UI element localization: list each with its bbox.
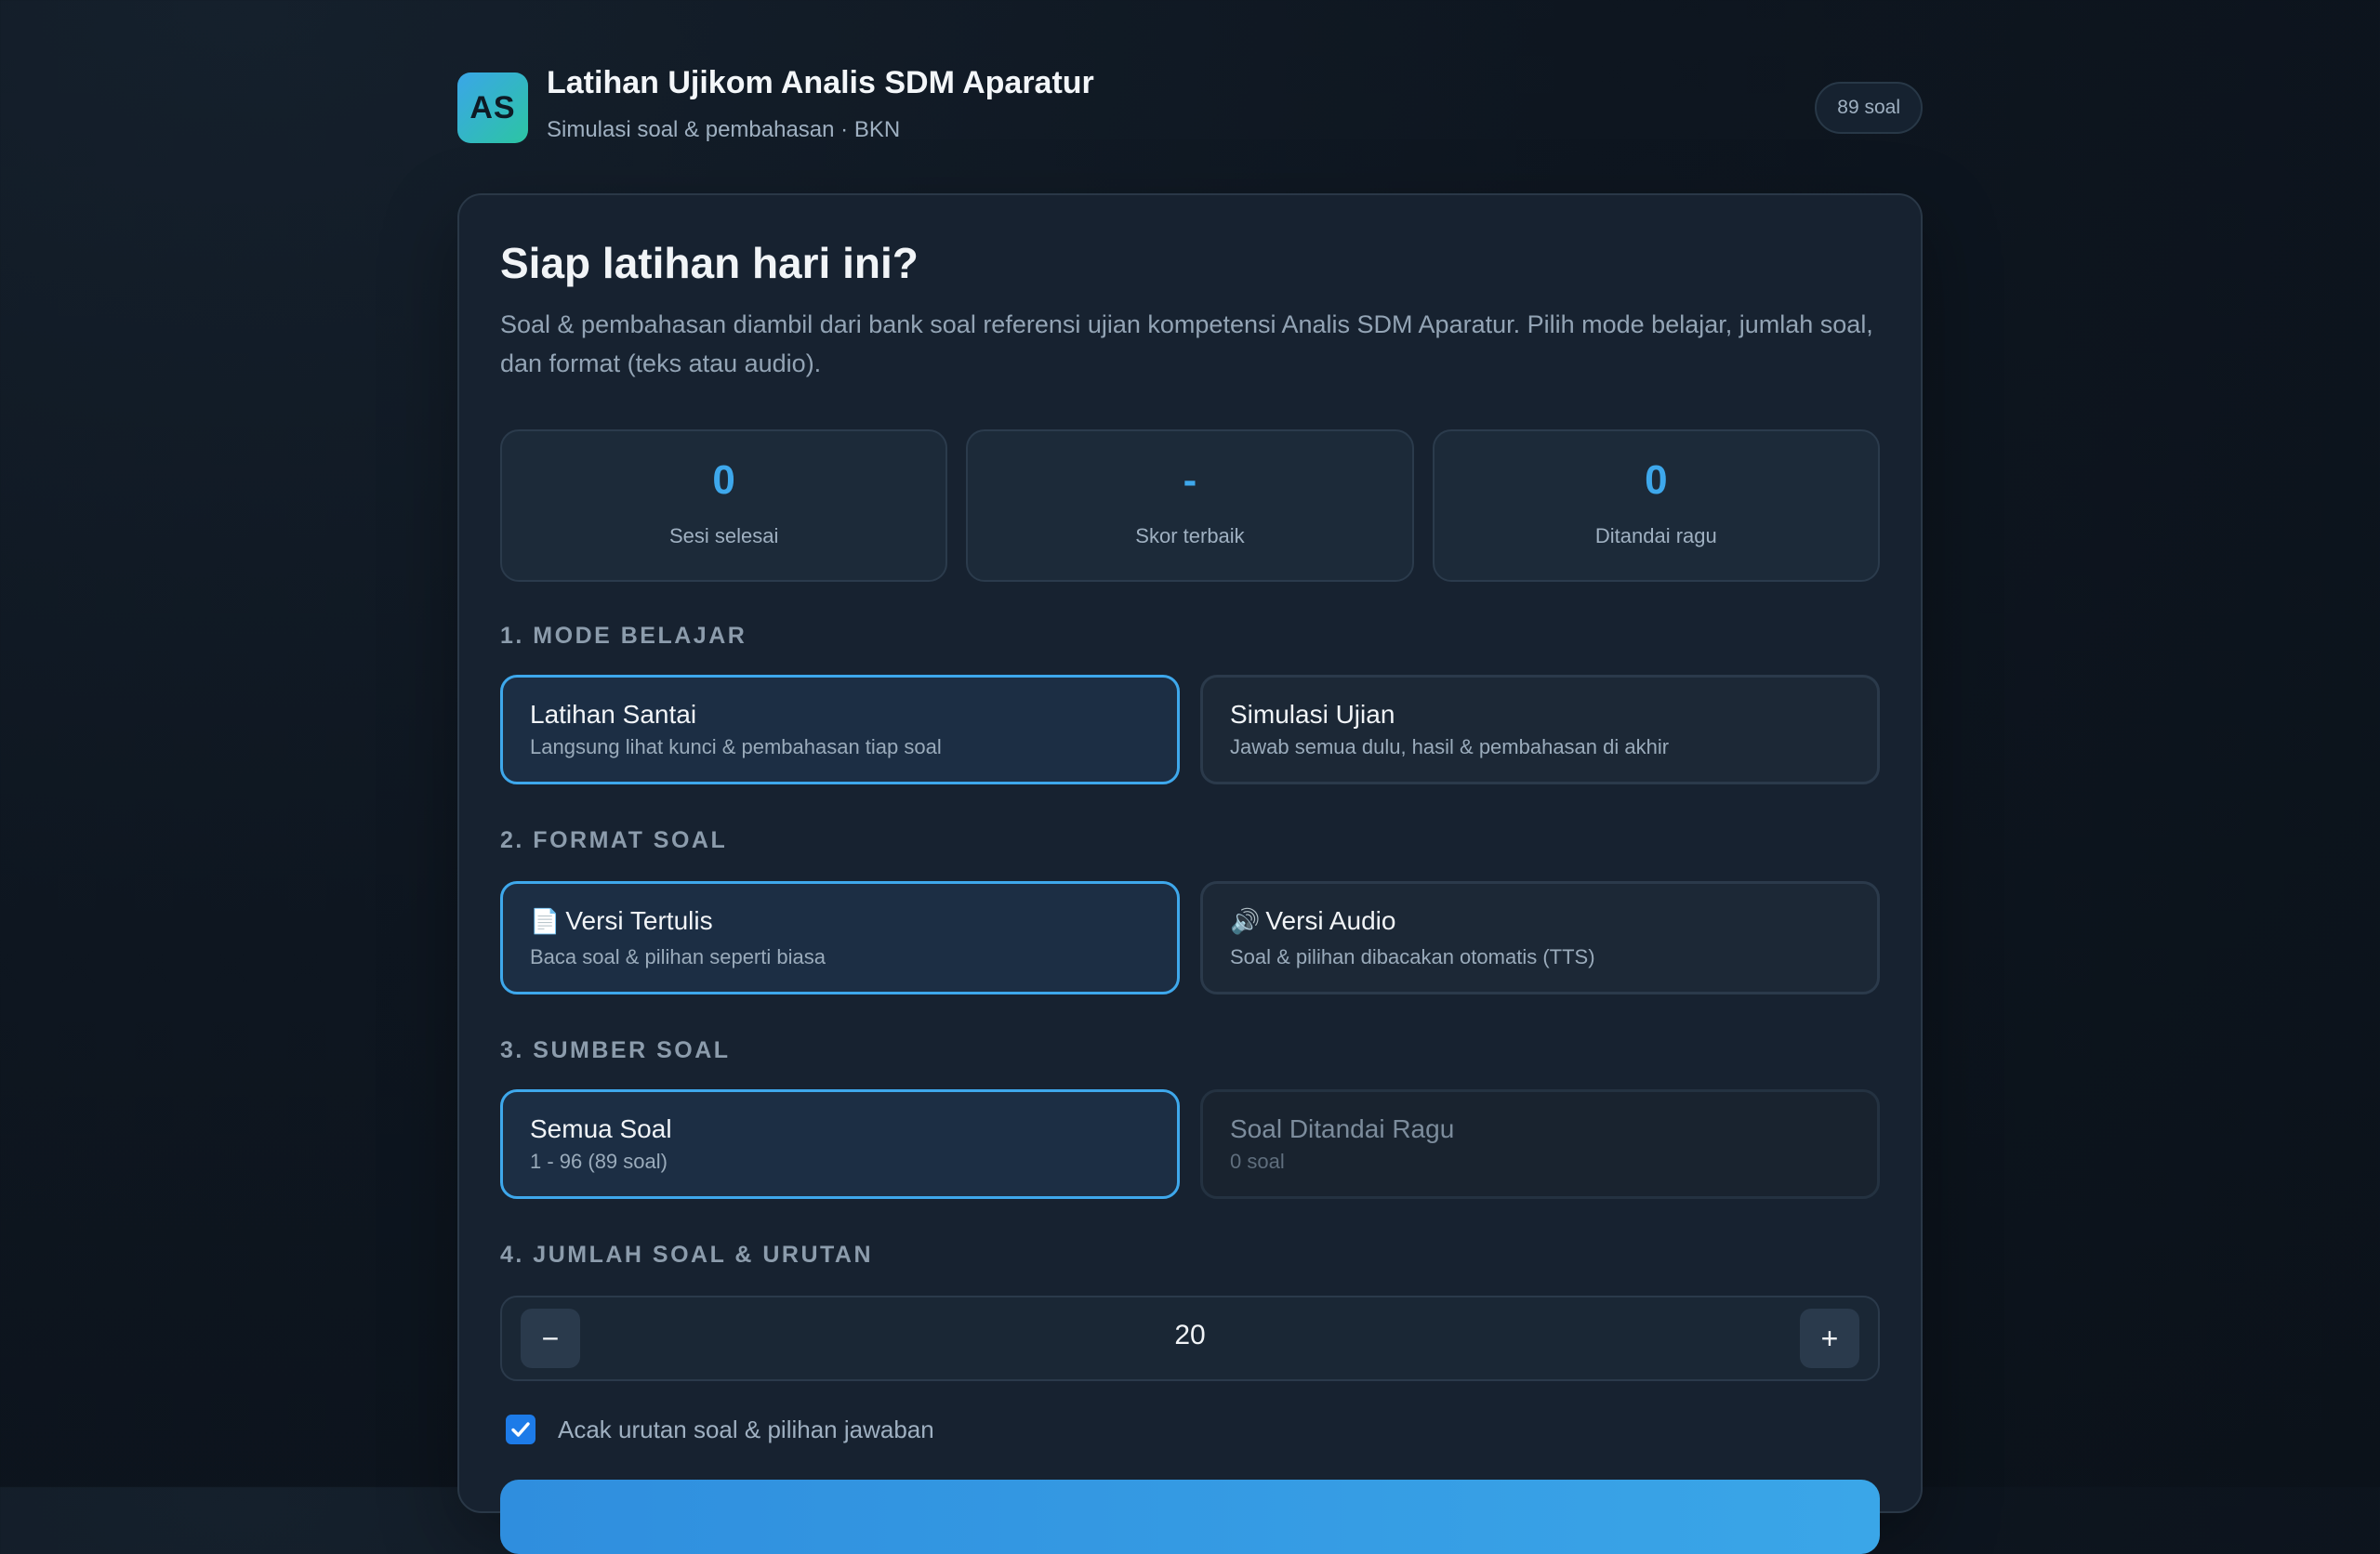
header: AS Latihan Ujikom Analis SDM Aparatur Si…: [457, 0, 1923, 193]
stat-sessions: 0 Sesi selesai: [500, 429, 948, 582]
option-semua-soal[interactable]: Semua Soal 1 - 96 (89 soal): [500, 1089, 1180, 1199]
format-options: 📄 Versi Tertulis Baca soal & pilihan sepe…: [500, 881, 1880, 994]
option-title-row: 📄 Versi Tertulis: [530, 906, 713, 936]
option-desc: 1 - 96 (89 soal): [530, 1150, 668, 1173]
option-title: Latihan Santai: [530, 700, 697, 729]
option-desc: Jawab semua dulu, hasil & pembahasan di …: [1230, 735, 1670, 758]
source-options: Semua Soal 1 - 96 (89 soal) Soal Ditanda…: [500, 1089, 1880, 1199]
option-simulasi-ujian[interactable]: Simulasi Ujian Jawab semua dulu, hasil &…: [1200, 675, 1880, 784]
option-desc: 0 soal: [1230, 1150, 1285, 1173]
question-count-badge: 89 soal: [1815, 82, 1923, 134]
hero-title: Siap latihan hari ini?: [500, 239, 919, 287]
increment-button[interactable]: +: [1800, 1309, 1859, 1368]
shuffle-label: Acak urutan soal & pilihan jawaban: [558, 1415, 934, 1443]
option-versi-audio[interactable]: 🔊 Versi Audio Soal & pilihan dibacakan ot…: [1200, 881, 1880, 994]
section-label-format: 2. FORMAT SOAL: [500, 827, 728, 853]
shuffle-checkbox[interactable]: [506, 1415, 536, 1444]
option-title-row: 🔊 Versi Audio: [1230, 906, 1395, 936]
option-title: Simulasi Ujian: [1230, 700, 1395, 729]
mode-options: Latihan Santai Langsung lihat kunci & pe…: [500, 675, 1880, 784]
stat-best-score: - Skor terbaik: [966, 429, 1414, 582]
section-label-mode: 1. MODE BELAJAR: [500, 623, 747, 649]
option-title: Soal Ditandai Ragu: [1230, 1114, 1455, 1143]
stat-flagged: 0 Ditandai ragu: [1432, 429, 1880, 582]
option-soal-ditandai-ragu: Soal Ditandai Ragu 0 soal: [1200, 1089, 1880, 1199]
section-label-count: 4. JUMLAH SOAL & URUTAN: [500, 1242, 874, 1268]
speaker-icon: 🔊: [1230, 907, 1261, 935]
setup-card: Siap latihan hari ini? Soal & pembahasan…: [457, 193, 1923, 1554]
check-icon: [511, 1422, 530, 1437]
option-title: Versi Tertulis: [565, 906, 713, 935]
option-versi-tertulis[interactable]: 📄 Versi Tertulis Baca soal & pilihan sepe…: [500, 881, 1180, 994]
start-button[interactable]: [500, 1480, 1880, 1554]
document-icon: 📄: [530, 907, 561, 935]
stat-label: Skor terbaik: [1135, 524, 1245, 547]
option-desc: Langsung lihat kunci & pembahasan tiap s…: [530, 735, 942, 758]
option-desc: Soal & pilihan dibacakan otomatis (TTS): [1230, 945, 1595, 968]
hero-description: Soal & pembahasan diambil dari bank soal…: [500, 310, 1873, 377]
stat-label: Ditandai ragu: [1594, 524, 1717, 547]
app-subtitle: Simulasi soal & pembahasan · BKN: [547, 117, 901, 142]
question-count-stepper: − 20 +: [500, 1296, 1880, 1381]
option-desc: Baca soal & pilihan seperti biasa: [530, 945, 826, 968]
stat-value: -: [1183, 457, 1197, 503]
shuffle-row: Acak urutan soal & pilihan jawaban: [506, 1415, 934, 1444]
stats-row: 0 Sesi selesai - Skor terbaik 0 Ditandai…: [500, 429, 1880, 582]
stat-value: 0: [712, 457, 735, 503]
question-count-value[interactable]: 20: [502, 1320, 1878, 1351]
option-title: Versi Audio: [1265, 906, 1396, 935]
stat-value: 0: [1645, 457, 1668, 503]
option-latihan-santai[interactable]: Latihan Santai Langsung lihat kunci & pe…: [500, 675, 1180, 784]
app-logo: AS: [457, 72, 528, 143]
stat-label: Sesi selesai: [668, 524, 779, 547]
option-title: Semua Soal: [530, 1114, 672, 1143]
app-title: Latihan Ujikom Analis SDM Aparatur: [547, 65, 1094, 100]
section-label-source: 3. SUMBER SOAL: [500, 1037, 731, 1063]
app-container: AS Latihan Ujikom Analis SDM Aparatur Si…: [457, 0, 1923, 1554]
